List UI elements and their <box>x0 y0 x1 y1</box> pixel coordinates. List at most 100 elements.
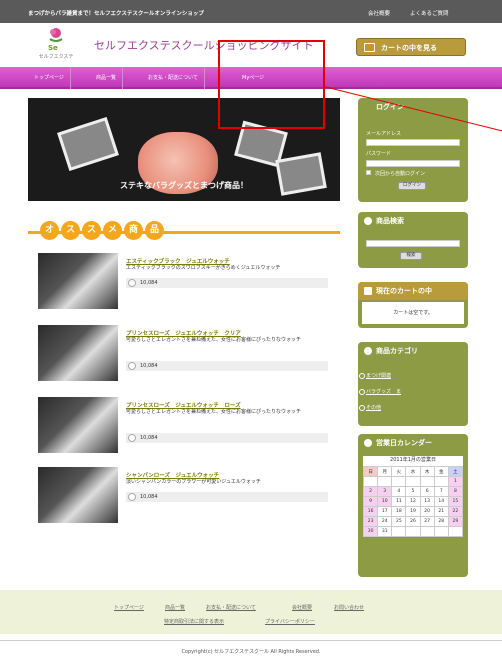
product-image[interactable] <box>38 467 118 523</box>
weekday: 木 <box>419 466 435 477</box>
calendar-day: 7 <box>433 486 449 497</box>
calendar-day: 31 <box>377 526 393 537</box>
login-button[interactable]: ログイン <box>398 182 426 190</box>
price-value: 10,084 <box>140 494 158 500</box>
footer-link[interactable]: トップページ <box>114 604 144 611</box>
footer: トップページ 商品一覧 お支払・配送について 会社概要 お問い合わせ 特定商取引… <box>0 590 502 634</box>
calendar-day: 8 <box>447 486 464 497</box>
product-name[interactable]: シャンパンローズ ジュエルウォッチ <box>126 471 219 479</box>
tag-icon <box>364 347 372 355</box>
footer-link[interactable]: 会社概要 <box>292 604 312 611</box>
cart-icon <box>364 43 375 52</box>
calendar-day <box>433 526 449 537</box>
cart-title-text: 現在のカートの中 <box>376 287 432 295</box>
calendar-day: 18 <box>391 506 407 517</box>
product-name[interactable]: プリンセスローズ ジュエルウォッチ ローズ <box>126 401 241 409</box>
product-price: 10,084 <box>126 433 328 443</box>
product-item: シャンパンローズ ジュエルウォッチ 淡いシャンパンカラーのフラワーが可愛いジュエ… <box>38 467 338 523</box>
calendar-day: 28 <box>433 516 449 527</box>
recommend-char: 品 <box>145 221 164 240</box>
product-image[interactable] <box>38 253 118 309</box>
calendar-day <box>362 476 379 487</box>
product-desc: エスティックブラックのスワロフスキーがきらめくジュエルウォッチ <box>126 265 281 271</box>
view-cart-button[interactable]: カートの中を見る <box>356 38 466 56</box>
calendar-day: 10 <box>377 496 393 507</box>
weekday: 火 <box>391 466 407 477</box>
nav-products[interactable]: 商品一覧 <box>90 67 124 89</box>
home-icon <box>364 439 372 447</box>
product-desc: 淡いシャンパンカラーのフラワーが可愛いジュエルウォッチ <box>126 479 261 485</box>
weekday: 月 <box>377 466 393 477</box>
search-input[interactable] <box>366 240 460 247</box>
calendar-day: 5 <box>405 486 421 497</box>
footer-link[interactable]: お問い合わせ <box>334 604 364 611</box>
search-title-text: 商品検索 <box>376 217 404 225</box>
calendar-day: 30 <box>362 526 379 537</box>
weekday: 金 <box>433 466 449 477</box>
email-field[interactable] <box>366 139 460 146</box>
calendar-day <box>419 526 435 537</box>
calendar-day: 6 <box>419 486 435 497</box>
logo-text: セルフエクステ <box>38 54 74 60</box>
email-label: メールアドレス <box>366 131 402 137</box>
category-item[interactable]: その他 <box>358 404 381 411</box>
product-desc: 可愛らしさとエレガントさを兼ね備えた、女性にお客様にぴったりなウォッチ <box>126 337 302 343</box>
category-item[interactable]: まつげ関連 <box>358 372 391 379</box>
category-title-text: 商品カテゴリ <box>376 347 418 355</box>
hero-photo <box>275 152 327 196</box>
company-link[interactable]: 会社概要 <box>368 9 390 17</box>
calendar-day: 9 <box>362 496 379 507</box>
calendar-day: 23 <box>362 516 379 527</box>
product-price: 10,084 <box>126 278 328 288</box>
calendar-day: 25 <box>391 516 407 527</box>
auto-login-checkbox[interactable] <box>366 170 371 175</box>
calendar-month: 2011年1月の営業日 <box>363 456 463 466</box>
calendar-day <box>391 476 407 487</box>
category-box: 商品カテゴリ まつげ関連 バラグッズ ま その他 <box>358 342 468 426</box>
calendar-day: 26 <box>405 516 421 527</box>
cart-empty-text: カートは空です。 <box>362 302 464 324</box>
product-name[interactable]: エスティックブラック ジュエルウォッチ <box>126 257 230 265</box>
hero-caption: ステキなバラグッズとまつげ商品！ <box>120 181 248 190</box>
search-title: 商品検索 <box>358 212 468 230</box>
login-title: ログイン <box>376 103 404 111</box>
product-desc: 可愛らしさとエレガントさを兼ね備えた、女性にお客様にぴったりなウォッチ <box>126 409 302 415</box>
copyright: Copyright(c) セルフエクステスクール All Rights Rese… <box>181 649 321 655</box>
faq-link[interactable]: よくあるご質問 <box>410 9 449 17</box>
logo[interactable]: Se セルフエクステ <box>34 27 78 65</box>
product-image[interactable] <box>38 397 118 453</box>
recommend-char: オ <box>40 221 59 240</box>
footer-link[interactable]: プライバシーポリシー <box>265 618 315 625</box>
search-button[interactable]: 検索 <box>400 252 422 260</box>
recommend-heading: オ ス ス メ 商 品 <box>28 220 340 242</box>
calendar-day <box>405 526 421 537</box>
footer-link[interactable]: 特定商取引法に関する表示 <box>164 618 224 625</box>
product-name[interactable]: プリンセスローズ ジュエルウォッチ クリア <box>126 329 241 337</box>
footer-link[interactable]: お支払・配送について <box>206 604 256 611</box>
product-item: エスティックブラック ジュエルウォッチ エスティックブラックのスワロフスキーがき… <box>38 253 338 309</box>
calendar-table: 日 月 火 水 木 金 土 1 2 3 4 5 6 7 8 9 10 11 12… <box>362 466 464 537</box>
recommend-char: ス <box>82 221 101 240</box>
view-cart-label: カートの中を見る <box>381 44 437 52</box>
password-field[interactable] <box>366 160 460 167</box>
calendar-day <box>447 526 464 537</box>
nav-top[interactable]: トップページ <box>28 67 71 89</box>
tagline: まつげからパラ雑貨まで！セルフエクステスクールオンラインショップ <box>28 11 204 17</box>
calendar-title: 営業日カレンダー <box>358 434 468 452</box>
cart-title: 現在のカートの中 <box>358 282 468 300</box>
calendar-day: 14 <box>433 496 449 507</box>
calendar-day: 11 <box>391 496 407 507</box>
price-icon <box>128 279 136 287</box>
login-box: ログイン メールアドレス パスワード 次回から自動ログイン ログイン <box>358 98 468 202</box>
calendar-day: 21 <box>433 506 449 517</box>
calendar-day: 22 <box>447 506 464 517</box>
product-image[interactable] <box>38 325 118 381</box>
footer-link[interactable]: 商品一覧 <box>165 604 185 611</box>
price-icon <box>128 493 136 501</box>
nav-payment[interactable]: お支払・配送について <box>142 67 205 89</box>
product-item: プリンセスローズ ジュエルウォッチ ローズ 可愛らしさとエレガントさを兼ね備えた… <box>38 397 338 453</box>
calendar-day: 4 <box>391 486 407 497</box>
rose-logo-icon <box>49 28 63 42</box>
recommend-char: ス <box>61 221 80 240</box>
category-item[interactable]: バラグッズ ま <box>358 388 401 395</box>
